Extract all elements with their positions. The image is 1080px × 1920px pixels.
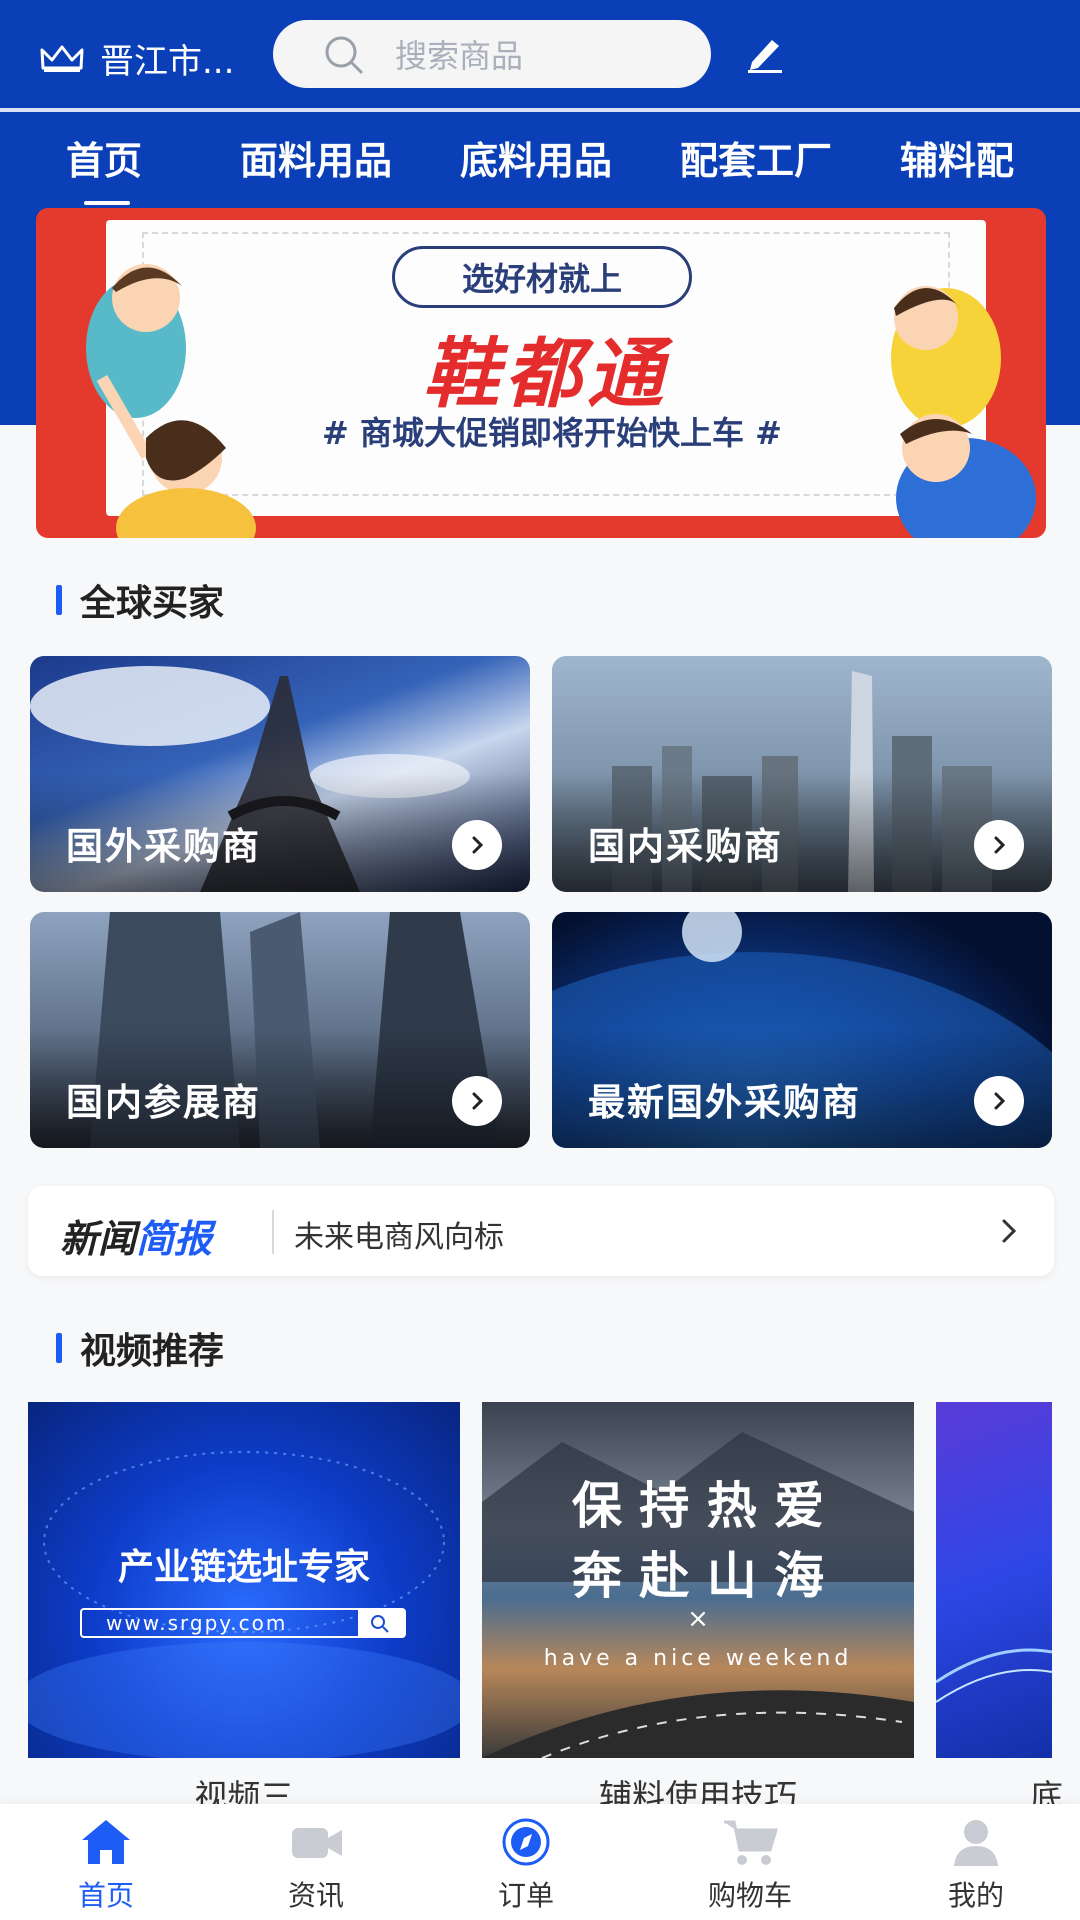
chevron-right-icon[interactable]: [994, 1216, 1024, 1246]
search-placeholder: 搜索商品: [395, 37, 524, 75]
nav-label: 我的: [947, 1879, 1004, 1912]
video-overlay-x: ×: [687, 1604, 709, 1634]
buyer-card-foreign[interactable]: 国外采购商: [30, 656, 530, 892]
nav-home[interactable]: 首页: [36, 1816, 176, 1914]
section-marker: [56, 1333, 62, 1363]
video-card-3[interactable]: [936, 1402, 1052, 1758]
buyer-card-latest-foreign[interactable]: 最新国外采购商: [552, 912, 1052, 1148]
news-logo-part2: 简报: [136, 1217, 213, 1261]
video-camera-icon: [292, 1828, 342, 1858]
cheering-people-illustration-right: [891, 286, 1036, 538]
video-card-2[interactable]: 保 持 热 爱 奔 赴 山 海 × have a nice weekend: [482, 1402, 914, 1758]
banner-brand: 鞋都通: [423, 329, 669, 418]
category-tabs: 首页 面料用品 底料用品 配套工厂 辅料配: [0, 112, 1080, 205]
card-label: 国外采购商: [66, 825, 261, 868]
tab-home[interactable]: 首页: [66, 130, 142, 205]
search-icon: [325, 36, 363, 74]
cheering-people-illustration: [86, 264, 256, 538]
bottom-nav: 首页 资讯 订单 购物车 我的: [0, 1804, 1080, 1920]
promo-banner[interactable]: 选好材就上 鞋都通 # 商城大促销即将开始快上车 #: [36, 208, 1046, 538]
video-overlay-url: www.srgpy.com: [106, 1611, 288, 1635]
nav-label: 订单: [497, 1879, 554, 1912]
video-overlay-en: have a nice weekend: [543, 1646, 853, 1671]
section-marker: [56, 585, 62, 615]
video-overlay-line1: 保 持 热 爱: [571, 1477, 825, 1535]
chevron-right-icon[interactable]: [452, 820, 502, 870]
section-title-buyers: 全球买家: [56, 574, 224, 626]
tab-accessories[interactable]: 辅料配: [900, 130, 1014, 185]
card-label: 国内参展商: [66, 1081, 261, 1124]
edit-icon[interactable]: [744, 32, 786, 74]
card-label: 国内采购商: [588, 825, 783, 868]
banner-slogan: # 商城大促销即将开始快上车 #: [322, 414, 782, 452]
top-bar: 晋江市... 搜索商品: [0, 0, 1080, 108]
news-ticker[interactable]: 新闻简报 未来电商风向标: [28, 1186, 1054, 1276]
video-overlay-line2: 奔 赴 山 海: [571, 1547, 825, 1605]
section-title-text: 视频推荐: [80, 1331, 225, 1372]
card-label: 最新国外采购商: [588, 1081, 861, 1124]
video-overlay-searchbar: www.srgpy.com: [80, 1608, 406, 1638]
tab-sole[interactable]: 底料用品: [460, 130, 612, 185]
section-title-videos: 视频推荐: [56, 1322, 224, 1374]
crown-icon: [40, 45, 84, 72]
nav-cart[interactable]: 购物车: [680, 1816, 820, 1914]
nav-label: 资讯: [287, 1879, 344, 1912]
user-icon: [954, 1820, 998, 1866]
news-divider: [272, 1210, 274, 1254]
tab-fabric[interactable]: 面料用品: [240, 130, 392, 185]
city-label: 晋江市...: [100, 42, 235, 82]
home-icon: [82, 1820, 130, 1864]
news-logo-part1: 新闻: [60, 1217, 137, 1261]
chevron-right-icon[interactable]: [452, 1076, 502, 1126]
nav-label: 购物车: [707, 1879, 792, 1912]
video-card-1[interactable]: 产业链选址专家 www.srgpy.com: [28, 1402, 460, 1758]
search-icon: [358, 1610, 404, 1636]
cart-icon: [724, 1820, 779, 1865]
nav-profile[interactable]: 我的: [906, 1816, 1046, 1914]
abstract-tech-image: [936, 1648, 1052, 1703]
chevron-right-icon[interactable]: [974, 820, 1024, 870]
news-headline: 未来电商风向标: [294, 1220, 504, 1255]
banner-pill: 选好材就上: [392, 246, 692, 308]
news-logo: 新闻简报: [60, 1208, 212, 1263]
city-selector[interactable]: 晋江市...: [40, 34, 234, 83]
video-overlay-title: 产业链选址专家: [117, 1547, 370, 1588]
nav-orders[interactable]: 订单: [456, 1816, 596, 1914]
tab-factory[interactable]: 配套工厂: [680, 130, 832, 185]
nav-news[interactable]: 资讯: [246, 1816, 386, 1914]
buyer-card-domestic[interactable]: 国内采购商: [552, 656, 1052, 892]
nav-label: 首页: [77, 1879, 134, 1912]
chevron-right-icon[interactable]: [974, 1076, 1024, 1126]
search-input[interactable]: 搜索商品: [273, 20, 711, 88]
buyer-card-exhibitor[interactable]: 国内参展商: [30, 912, 530, 1148]
compass-icon: [502, 1818, 550, 1866]
section-title-text: 全球买家: [80, 583, 225, 624]
